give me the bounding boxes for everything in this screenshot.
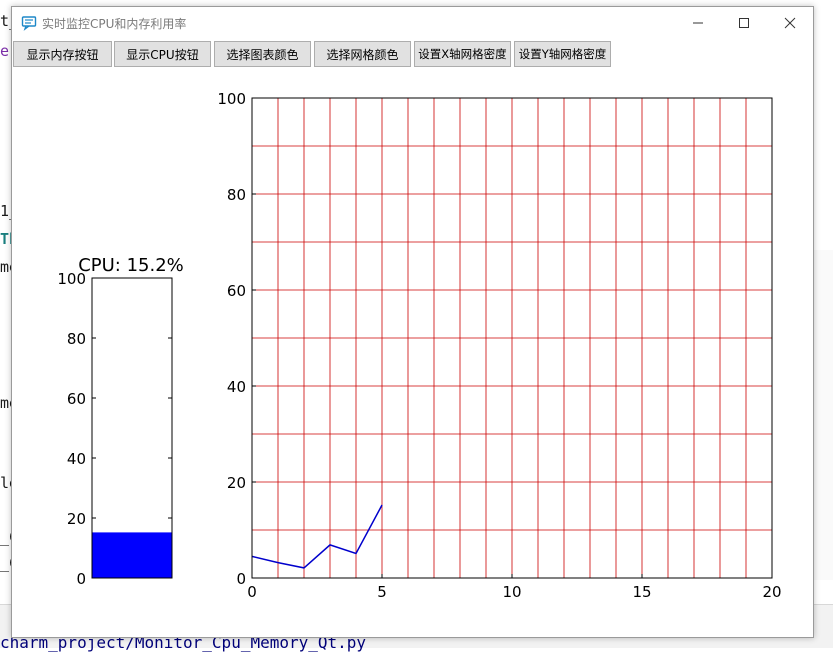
line-x-tick-label: 5: [377, 583, 387, 601]
cpu-bar-chart-title: CPU: 15.2%: [78, 255, 184, 276]
bar-y-tick-label: 100: [57, 270, 86, 288]
bar-y-tick-label: 40: [67, 450, 86, 468]
line-y-tick-label: 80: [227, 186, 246, 204]
cpu-bar-chart: CPU: 15.2% 0 20 40 60 80 100: [57, 255, 183, 588]
cpu-bar: [92, 532, 172, 578]
bar-y-tick-label: 0: [76, 570, 86, 588]
line-x-tick-label: 0: [247, 583, 257, 601]
cpu-history-line-chart: 0 5 10 15 20 0 20 40 60 80 100: [217, 90, 781, 601]
line-y-tick-label: 20: [227, 474, 246, 492]
line-x-tick-label: 10: [502, 583, 521, 601]
line-y-tick-label: 40: [227, 378, 246, 396]
line-y-tick-label: 60: [227, 282, 246, 300]
line-x-tick-label: 15: [632, 583, 651, 601]
cpu-line-series: [251, 504, 383, 569]
bar-y-tick-label: 20: [67, 510, 86, 528]
bar-y-tick-label: 80: [67, 330, 86, 348]
line-x-tick-label: 20: [762, 583, 781, 601]
line-y-tick-label: 0: [236, 570, 246, 588]
charts-canvas: CPU: 15.2% 0 20 40 60 80 100 0 5 10 15 20 0 20 40 60…: [57, 90, 781, 601]
line-y-tick-label: 100: [217, 90, 246, 108]
bar-y-tick-label: 60: [67, 390, 86, 408]
